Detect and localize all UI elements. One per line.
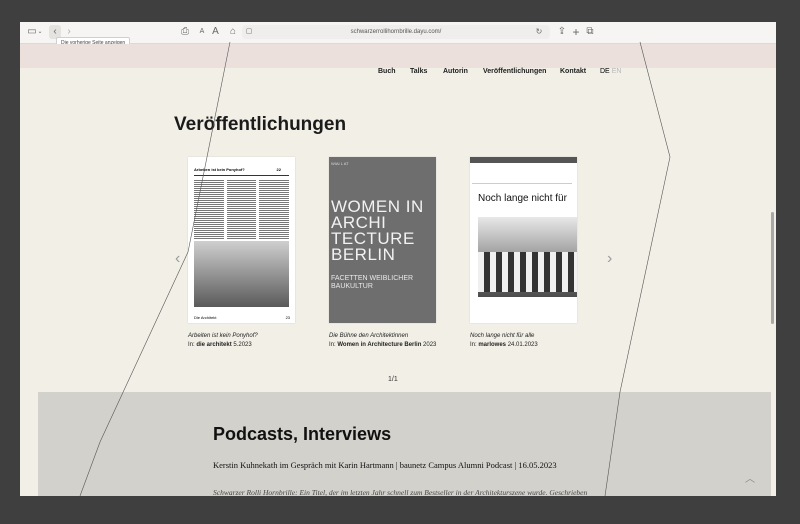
column-gap <box>256 179 259 239</box>
column-gap <box>224 179 227 239</box>
nav-item-buch[interactable]: Buch <box>378 68 396 75</box>
reload-icon[interactable]: ↻ <box>534 25 544 39</box>
cover-photo <box>194 241 289 307</box>
nav-item-talks[interactable]: Talks <box>410 68 427 75</box>
publication-card[interactable]: Noch lange nicht für Noch lange nicht fü… <box>470 157 578 348</box>
cover-subtitle: FACETTEN WEIBLICHER BAUKULTUR <box>331 275 414 290</box>
print-icon[interactable]: ⎙ <box>180 25 190 39</box>
lang-de[interactable]: DE <box>600 68 610 75</box>
publication-title[interactable]: Noch lange nicht für alle <box>470 333 578 339</box>
lang-en[interactable]: EN <box>612 68 622 75</box>
url-text: schwarzerrollihornbrille.dayu.com/ <box>350 29 442 35</box>
scroll-top-icon[interactable]: ︿ <box>745 470 755 485</box>
language-switcher: DE EN <box>600 68 621 75</box>
carousel-pager: 1/1 <box>388 376 398 383</box>
podcasts-heading: Podcasts, Interviews <box>213 424 392 444</box>
nav-item-kontakt[interactable]: Kontakt <box>560 68 586 75</box>
home-icon[interactable]: ⌂ <box>227 25 239 39</box>
cover-foot: Die Architekt 23 <box>194 315 291 320</box>
nav-item-veroeffentlichungen[interactable]: Veröffentlichungen <box>483 68 546 75</box>
publication-cover[interactable]: Noch lange nicht für <box>470 157 577 323</box>
tabs-overview-icon[interactable]: ⧉ <box>585 25 595 39</box>
reader-button[interactable]: A <box>211 25 220 39</box>
main-nav: Buch Talks Autorin Veröffentlichungen Ko… <box>20 68 776 82</box>
cover-site-header <box>470 157 577 163</box>
cover-text-columns <box>194 179 289 239</box>
browser-window: ▭ ⌄ ‹ › ⎙ A A ⌂ ▢ schwarzerrollihornbril… <box>20 22 776 496</box>
publication-card[interactable]: Arbeiten ist kein Ponyhof? 22 Die Archit… <box>188 157 296 348</box>
publication-title[interactable]: Die Bühne den Architektinnen <box>329 333 437 339</box>
text-size-small-icon[interactable]: A <box>198 25 206 39</box>
share-icon[interactable]: ⇪ <box>557 25 567 39</box>
nav-item-autorin[interactable]: Autorin <box>443 68 468 75</box>
publication-meta: In: Women in Architecture Berlin 2023 <box>329 342 437 348</box>
cover-menu <box>472 165 572 184</box>
podcast-item-description: Schwarzer Rolli Hornbrille: Ein Titel, d… <box>213 488 588 496</box>
publication-title[interactable]: Arbeiten ist kein Ponyhof? <box>188 333 296 339</box>
header-band <box>20 44 776 68</box>
publication-card[interactable]: WIAI L AT WOMEN IN ARCHI TECTURE BERLIN … <box>329 157 437 348</box>
publication-cover[interactable]: WIAI L AT WOMEN IN ARCHI TECTURE BERLIN … <box>329 157 436 323</box>
podcasts-section <box>38 392 771 496</box>
publication-meta: In: die architekt 5.2023 <box>188 342 252 348</box>
scrollbar[interactable] <box>771 212 774 324</box>
cover-title: Noch lange nicht für <box>478 193 567 204</box>
carousel-next-icon[interactable]: › <box>607 250 612 268</box>
cover-corner-text: WIAI L AT <box>331 161 349 166</box>
new-tab-icon[interactable]: + <box>571 25 581 39</box>
browser-toolbar: ▭ ⌄ ‹ › ⎙ A A ⌂ ▢ schwarzerrollihornbril… <box>20 22 776 44</box>
podcast-item-title[interactable]: Kerstin Kuhnekath im Gespräch mit Karin … <box>213 460 623 471</box>
address-bar[interactable]: ▢ schwarzerrollihornbrille.dayu.com/ ↻ <box>242 25 550 39</box>
carousel-prev-icon[interactable]: ‹ <box>175 250 180 268</box>
chevron-down-icon[interactable]: ⌄ <box>37 25 43 39</box>
publication-meta: In: marlowes 24.01.2023 <box>470 342 538 348</box>
publication-cover[interactable]: Arbeiten ist kein Ponyhof? 22 Die Archit… <box>188 157 295 323</box>
publications-heading: Veröffentlichungen <box>174 114 347 135</box>
cover-heading: Arbeiten ist kein Ponyhof? 22 <box>194 167 289 176</box>
cover-title: WOMEN IN ARCHI TECTURE BERLIN <box>331 197 424 264</box>
cover-photo-columns <box>478 252 577 292</box>
